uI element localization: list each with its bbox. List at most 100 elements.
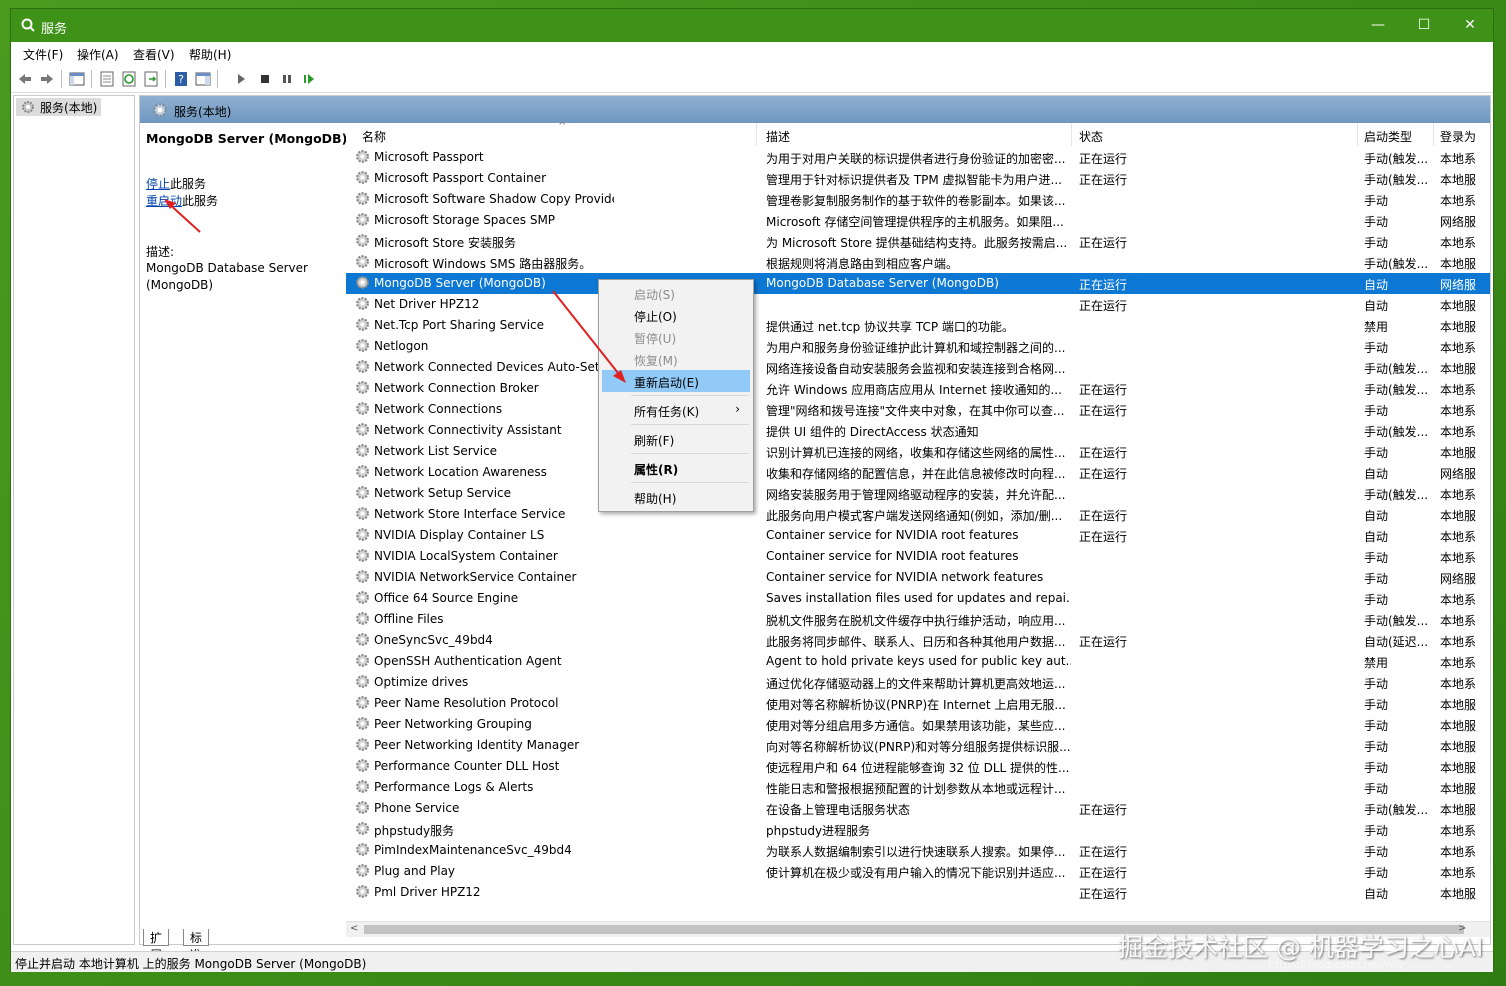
table-row[interactable]: Microsoft Software Shadow Copy Provider 管… [346,189,1490,210]
menu-item-all-tasks[interactable]: 所有任务(K) › [602,399,750,421]
table-row[interactable]: Performance Logs & Alerts 性能日志和警报根据预配置的计划… [346,777,1490,798]
table-row[interactable]: NVIDIA Display Container LS Container ser… [346,525,1490,546]
table-row[interactable]: NVIDIA NetworkService Container Container… [346,567,1490,588]
service-name-cell: Network Connected Devices Auto-Setup [374,360,614,374]
service-start-type-cell: 手动 [1364,194,1389,208]
table-row[interactable]: Pml Driver HPZ12 正在运行 自动 本地服 [346,882,1490,903]
service-start-type-cell: 手动 [1364,719,1389,733]
menu-view[interactable]: 查看(V) [133,46,175,63]
tree-item-services-local[interactable]: 服务(本地) [16,98,102,116]
menu-item-pause[interactable]: 暂停(U) [602,326,750,348]
table-row[interactable]: Net Driver HPZ12 正在运行 自动 本地服 [346,294,1490,315]
table-row[interactable]: Office 64 Source Engine Saves installatio… [346,588,1490,609]
minimize-button[interactable]: — [1355,9,1401,42]
tab-standard[interactable]: 标准 [183,929,210,962]
forward-arrow-icon[interactable] [39,71,55,87]
table-row[interactable]: Network Store Interface Service 此服务向用户模式客… [346,504,1490,525]
menu-help[interactable]: 帮助(H) [189,46,231,63]
export-list-icon[interactable] [143,71,159,87]
service-log-on-cell: 本地系 [1440,551,1477,565]
table-row[interactable]: NVIDIA LocalSystem Container Container se… [346,546,1490,567]
menu-item-stop[interactable]: 停止(O) [602,304,750,326]
table-row[interactable]: PimIndexMaintenanceSvc_49bd4 为联系人数据编制索引以进… [346,840,1490,861]
menu-item-refresh[interactable]: 刷新(F) [602,428,750,450]
menu-item-restart[interactable]: 重新启动(E) [602,370,750,392]
table-row[interactable]: Netlogon 为用户和服务身份验证维护此计算机和域控制器之间的... 手动 本地系 [346,336,1490,357]
show-action-pane-icon[interactable] [195,71,211,87]
table-row[interactable]: Plug and Play 使计算机在极少或没有用户输入的情况下能识别并适应...… [346,861,1490,882]
table-row[interactable]: Phone Service 在设备上管理电话服务状态 正在运行 手动(触发... 本地服 [346,798,1490,819]
back-arrow-icon[interactable] [17,71,33,87]
tab-extended[interactable]: 扩展 [143,929,170,962]
start-service-icon[interactable] [233,71,249,87]
column-description[interactable]: 描述 [766,128,790,145]
menu-item-properties[interactable]: 属性(R) [602,457,750,479]
service-start-type-cell: 手动 [1364,446,1389,460]
service-gear-icon [356,759,369,772]
close-button[interactable]: ✕ [1447,9,1493,42]
service-description-cell: 性能日志和警报根据预配置的计划参数从本地或远程计... [766,782,1066,796]
help-icon[interactable]: ? [173,71,189,87]
table-row[interactable]: Network Connectivity Assistant 提供 UI 组件的 … [346,420,1490,441]
menu-item-resume[interactable]: 恢复(M) [602,348,750,370]
menu-item-help[interactable]: 帮助(H) [602,486,750,508]
maximize-button[interactable]: ☐ [1401,9,1447,42]
menu-bar: 文件(F) 操作(A) 查看(V) 帮助(H) [11,42,1493,64]
restart-service-link[interactable]: 重启动 [146,194,182,208]
service-log-on-cell: 本地系 [1440,593,1477,607]
table-row[interactable]: Peer Networking Identity Manager 向对等名称解析协… [346,735,1490,756]
menu-action[interactable]: 操作(A) [77,46,119,63]
service-gear-icon [356,801,369,814]
service-name-cell: Net.Tcp Port Sharing Service [374,318,545,332]
table-row[interactable]: MongoDB Server (MongoDB) MongoDB Database… [346,273,1490,294]
table-row[interactable]: Microsoft Passport Container 管理用于针对标识提供者及… [346,168,1490,189]
table-row[interactable]: Network Setup Service 网络安装服务用于管理网络驱动程序的安装… [346,483,1490,504]
scroll-left-icon[interactable]: < [350,923,358,934]
column-start-type[interactable]: 启动类型 [1364,128,1412,145]
pause-service-icon[interactable] [279,71,295,87]
table-row[interactable]: Microsoft Storage Spaces SMP Microsoft 存储… [346,210,1490,231]
table-row[interactable]: Peer Name Resolution Protocol 使用对等名称解析协议(… [346,693,1490,714]
table-row[interactable]: Performance Counter DLL Host 使远程用户和 64 位进… [346,756,1490,777]
refresh-icon[interactable] [121,71,137,87]
service-gear-icon [356,423,369,436]
menu-file[interactable]: 文件(F) [23,46,63,63]
service-description-cell: 此服务向用户模式客户端发送网络通知(例如，添加/删... [766,509,1063,523]
column-log-on-as[interactable]: 登录为 [1440,128,1476,145]
show-hide-console-tree-icon[interactable] [69,71,85,87]
service-name-cell: Plug and Play [374,864,456,878]
table-row[interactable]: Network Connection Broker 允许 Windows 应用商店… [346,378,1490,399]
table-row[interactable]: Network List Service 识别计算机已连接的网络，收集和存储这些网… [346,441,1490,462]
table-row[interactable]: Microsoft Store 安装服务 为 Microsoft Store 提供… [346,231,1490,252]
service-description-cell: 使用对等名称解析协议(PNRP)在 Internet 上启用无服... [766,698,1066,712]
stop-service-link[interactable]: 停止 [146,177,170,191]
table-row[interactable]: Net.Tcp Port Sharing Service 提供通过 net.tcp… [346,315,1490,336]
service-name-cell: Office 64 Source Engine [374,591,519,605]
table-row[interactable]: Network Connected Devices Auto-Setup 网络连接… [346,357,1490,378]
service-status-cell: 正在运行 [1079,635,1128,649]
menu-item-start[interactable]: 启动(S) [602,282,750,304]
table-row[interactable]: OneSyncSvc_49bd4 此服务将同步邮件、联系人、日历和各种其他用户数据… [346,630,1490,651]
table-row[interactable]: Network Connections 管理"网络和拨号连接"文件夹中对象，在其中… [346,399,1490,420]
table-row[interactable]: Network Location Awareness 收集和存储网络的配置信息，并… [346,462,1490,483]
watermark-url: https://blog.csdn.net/m0_... [1268,958,1420,971]
service-description-cell: phpstudy进程服务 [766,824,871,838]
table-row[interactable]: OpenSSH Authentication Agent Agent to hol… [346,651,1490,672]
table-row[interactable]: Microsoft Windows SMS 路由器服务。 根据规则将消息路由到相应… [346,252,1490,273]
properties-sheet-icon[interactable] [99,71,115,87]
restart-service-icon[interactable] [301,71,317,87]
table-row[interactable]: phpstudy服务 phpstudy进程服务 手动 本地系 [346,819,1490,840]
title-bar[interactable]: 服务 — ☐ ✕ [11,9,1493,42]
table-row[interactable]: Optimize drives 通过优化存储驱动器上的文件来帮助计算机更高效地运.… [346,672,1490,693]
service-log-on-cell: 本地服 [1440,446,1477,460]
table-row[interactable]: Microsoft Passport 为用于对用户关联的标识提供者进行身份验证的加… [346,147,1490,168]
stop-service-icon[interactable] [257,71,273,87]
service-gear-icon [356,486,369,499]
table-row[interactable]: Offline Files 脱机文件服务在脱机文件缓存中执行维护活动，响应用...… [346,609,1490,630]
column-name[interactable]: 名称 [362,128,386,145]
service-name-cell: Optimize drives [374,675,469,689]
table-row[interactable]: Peer Networking Grouping 使用对等分组启用多方通信。如果禁… [346,714,1490,735]
service-log-on-cell: 本地服 [1440,698,1477,712]
service-status-cell: 正在运行 [1079,383,1128,397]
column-status[interactable]: 状态 [1079,128,1103,145]
